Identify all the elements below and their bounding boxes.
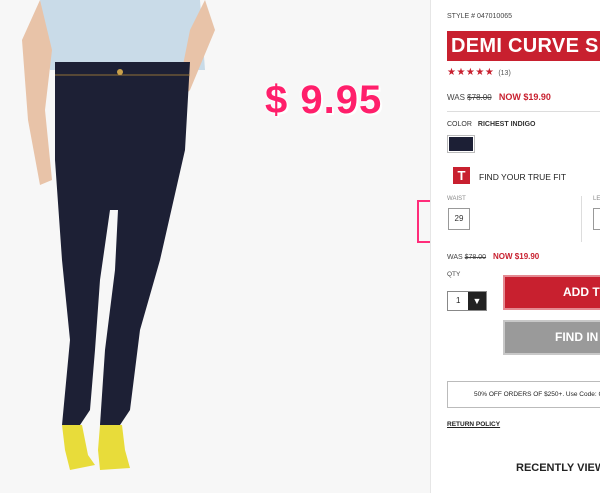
promo-price-overlay: $ 9.95 <box>265 78 383 122</box>
product-info-panel: STYLE # 047010065 DEMI CURVE SLIM JEA ★★… <box>430 0 600 493</box>
recently-viewed-heading: RECENTLY VIEWE <box>516 462 600 474</box>
was-label-2: WAS <box>447 254 463 261</box>
color-name: RICHEST INDIGO <box>477 121 536 128</box>
product-photo <box>0 0 430 493</box>
color-swatch[interactable] <box>447 135 475 153</box>
waist-selector: WAIST 29 <box>447 196 577 242</box>
now-price-2: NOW $19.90 <box>493 252 540 261</box>
qty-label: QTY <box>447 271 461 278</box>
promo-banner: 50% OFF ORDERS OF $250+. Use Code: G <box>447 381 600 408</box>
price-line-secondary: WAS $78.00 NOW $19.90 <box>447 252 539 261</box>
star-icons: ★★★★★ <box>447 67 495 78</box>
qty-select[interactable]: 1 ▼ <box>447 291 487 311</box>
truefit-link[interactable]: FIND YOUR TRUE FIT <box>479 172 566 182</box>
find-in-store-button[interactable]: FIND IN S <box>503 320 600 355</box>
size-divider <box>581 196 582 242</box>
waist-label: WAIST <box>447 196 466 202</box>
chevron-down-icon[interactable]: ▼ <box>468 292 486 310</box>
style-number: STYLE # 047010065 <box>447 13 512 20</box>
waist-option[interactable]: 29 <box>448 208 470 230</box>
product-title: DEMI CURVE SLIM JEA <box>451 35 600 57</box>
review-count[interactable]: (13) <box>498 70 510 77</box>
rating-stars[interactable]: ★★★★★ (13) <box>447 67 511 78</box>
length-option[interactable] <box>593 208 600 230</box>
truefit-icon[interactable]: T <box>453 167 470 184</box>
color-line: COLOR RICHEST INDIGO <box>447 121 535 128</box>
was-label: WAS <box>447 93 465 102</box>
swatch-fill <box>449 137 473 151</box>
model-jeans-illustration <box>0 0 430 493</box>
price-line: WAS $78.00 NOW $19.90 <box>447 92 551 102</box>
divider <box>447 111 600 112</box>
qty-value: 1 <box>456 296 461 305</box>
return-policy-link[interactable]: RETURN POLICY <box>447 421 500 428</box>
now-price: NOW $19.90 <box>498 92 551 102</box>
length-label: LE <box>593 196 600 202</box>
was-price: $78.00 <box>467 93 492 102</box>
title-banner: DEMI CURVE SLIM JEA <box>447 31 600 61</box>
color-label: COLOR <box>447 121 472 128</box>
add-to-bag-button[interactable]: ADD TO <box>503 275 600 310</box>
was-price-2: $78.00 <box>464 254 487 261</box>
